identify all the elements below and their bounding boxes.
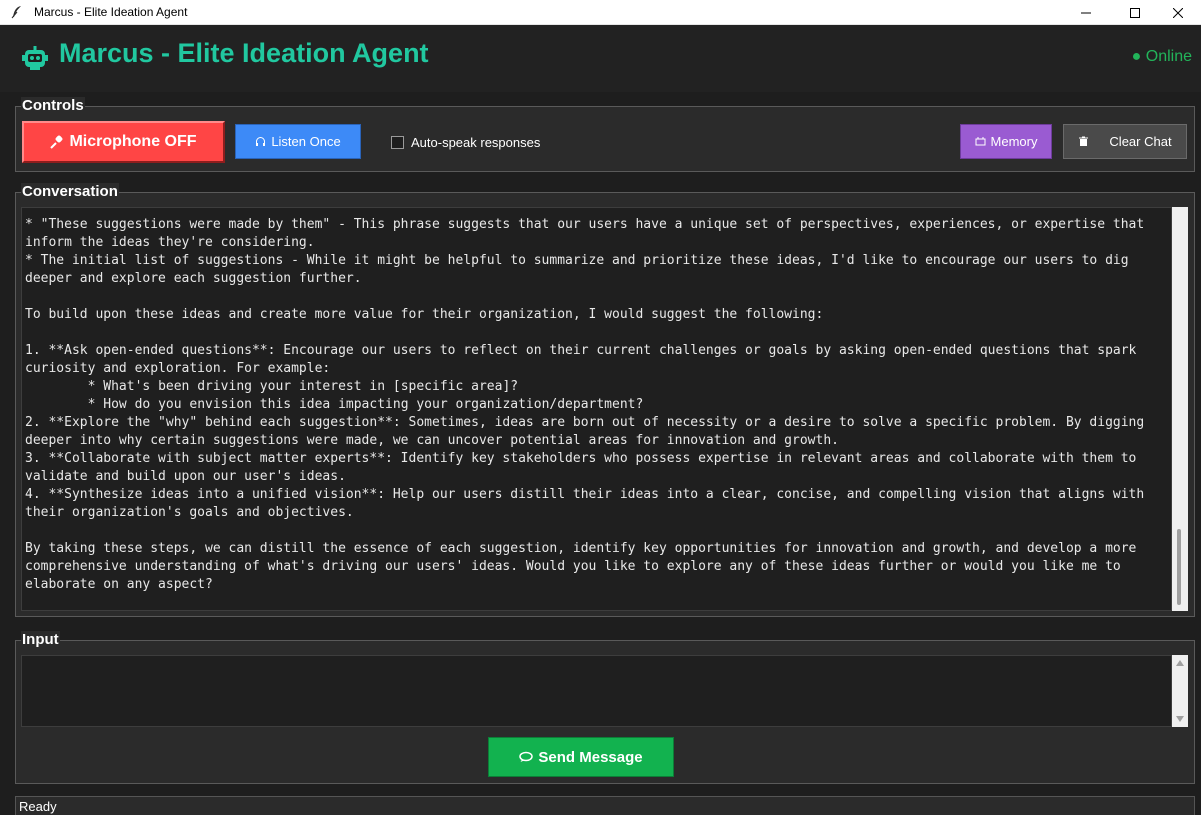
minimize-button[interactable]	[1063, 0, 1109, 25]
scroll-up-icon	[1176, 660, 1184, 666]
chat-bubble-icon	[519, 751, 534, 763]
scrollbar-thumb[interactable]	[1177, 529, 1181, 605]
feather-icon	[10, 5, 24, 19]
auto-speak-checkbox[interactable]	[391, 136, 404, 149]
conversation-text: * "These suggestions were made by them" …	[25, 217, 1145, 592]
auto-speak-label: Auto-speak responses	[411, 135, 541, 150]
status-bar: Ready	[15, 796, 1195, 815]
input-scrollbar[interactable]	[1172, 655, 1188, 727]
send-message-label: Send Message	[538, 748, 643, 766]
app-title: Marcus - Elite Ideation Agent	[59, 38, 429, 68]
memory-icon	[975, 136, 986, 147]
listen-once-button[interactable]: Listen Once	[235, 124, 361, 159]
maximize-button[interactable]	[1112, 0, 1158, 25]
close-button[interactable]	[1155, 0, 1201, 25]
close-icon	[1173, 7, 1183, 18]
input-label: Input	[21, 631, 60, 648]
memory-button[interactable]: Memory	[960, 124, 1052, 159]
microphone-button-label: Microphone OFF	[69, 133, 197, 150]
microphone-button[interactable]: Microphone OFF	[22, 121, 225, 163]
microphone-icon	[50, 135, 64, 149]
send-message-button[interactable]: Send Message	[488, 737, 674, 777]
status-text: Ready	[19, 799, 57, 814]
memory-button-label: Memory	[990, 134, 1038, 149]
conversation-label: Conversation	[21, 183, 119, 200]
controls-label: Controls	[21, 97, 85, 114]
window-titlebar: Marcus - Elite Ideation Agent	[0, 0, 1201, 25]
window-title: Marcus - Elite Ideation Agent	[34, 5, 188, 19]
trash-icon	[1078, 136, 1089, 147]
minimize-icon	[1081, 12, 1091, 13]
headphones-icon	[255, 136, 266, 147]
clear-chat-label: Clear Chat	[1109, 134, 1172, 149]
scroll-down-icon	[1176, 716, 1184, 722]
online-status: ● Online	[1131, 48, 1192, 65]
conversation-scrollbar[interactable]	[1172, 207, 1188, 611]
clear-chat-button[interactable]: Clear Chat	[1063, 124, 1187, 159]
auto-speak-toggle[interactable]: Auto-speak responses	[391, 135, 540, 150]
listen-once-label: Listen Once	[271, 134, 341, 149]
maximize-icon	[1130, 7, 1140, 18]
conversation-display[interactable]: * "These suggestions were made by them" …	[21, 207, 1172, 611]
message-input[interactable]	[21, 655, 1172, 727]
robot-icon	[22, 46, 48, 77]
